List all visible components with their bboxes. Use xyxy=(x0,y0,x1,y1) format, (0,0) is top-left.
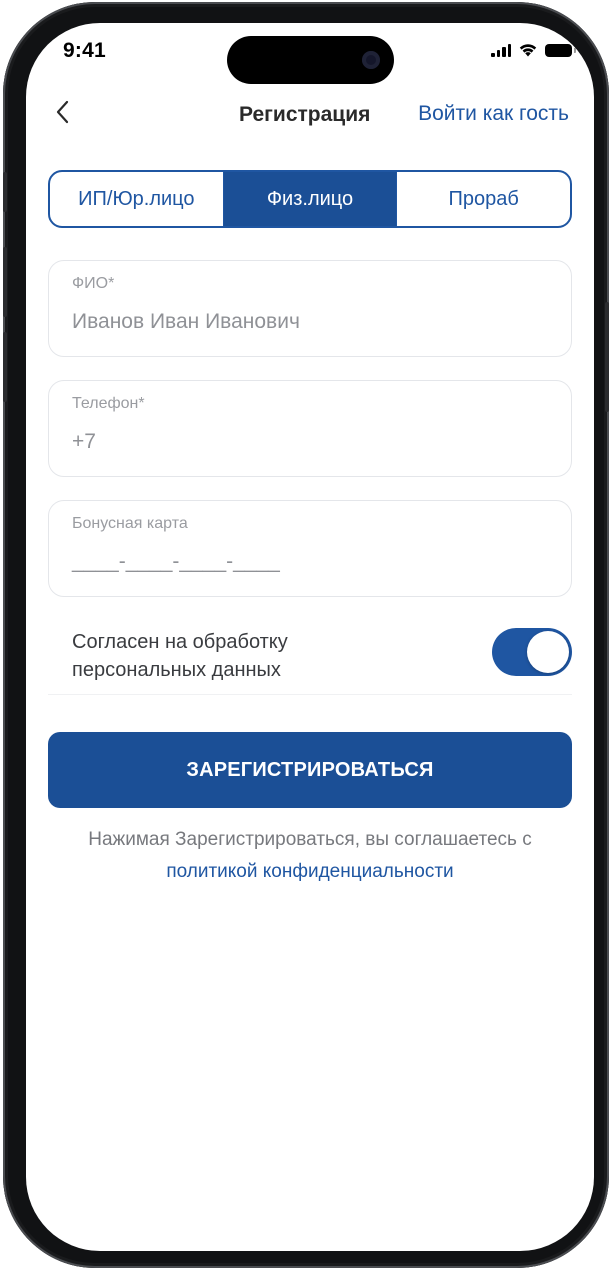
page-title: Регистрация xyxy=(239,103,371,126)
segment-individual[interactable]: Физ.лицо xyxy=(222,172,397,226)
consent-row: Согласен на обработку персональных данны… xyxy=(48,625,572,695)
chevron-left-icon xyxy=(56,100,69,124)
register-button[interactable]: ЗАРЕГИСТРИРОВАТЬСЯ xyxy=(48,732,572,808)
wifi-icon xyxy=(519,44,537,57)
privacy-policy-link[interactable]: политикой конфиденциальности xyxy=(166,856,453,888)
disclaimer: Нажимая Зарегистрироваться, вы соглашает… xyxy=(26,824,594,888)
segment-ip-legal[interactable]: ИП/Юр.лицо xyxy=(50,172,223,226)
app-screen: 9:41 Регистрация Войти как гость ИП/Юр.л… xyxy=(26,23,594,1251)
disclaimer-text: Нажимая Зарегистрироваться, вы соглашает… xyxy=(88,829,532,850)
dynamic-island xyxy=(227,36,394,84)
battery-icon xyxy=(545,43,576,57)
status-icons xyxy=(491,43,576,57)
bonus-card-label: Бонусная карта xyxy=(72,515,188,532)
power-button xyxy=(605,302,609,412)
camera-icon xyxy=(362,51,380,69)
volume-up-button xyxy=(3,247,7,317)
toggle-knob xyxy=(527,631,569,673)
bonus-card-placeholder: ____-____-____-____ xyxy=(72,550,280,573)
phone-field[interactable]: Телефон* +7 xyxy=(48,380,572,477)
status-time: 9:41 xyxy=(63,39,106,62)
action-button xyxy=(3,172,7,212)
guest-login-link[interactable]: Войти как гость xyxy=(418,102,569,126)
signal-icon xyxy=(491,43,511,57)
phone-label: Телефон* xyxy=(72,395,145,412)
phone-placeholder: +7 xyxy=(72,430,96,453)
volume-down-button xyxy=(3,332,7,402)
account-type-segment: ИП/Юр.лицо Физ.лицо Прораб xyxy=(48,170,572,228)
back-button[interactable] xyxy=(48,97,78,127)
fio-placeholder: Иванов Иван Иванович xyxy=(72,310,300,333)
consent-toggle[interactable] xyxy=(492,628,572,676)
fio-label: ФИО* xyxy=(72,275,115,292)
consent-text: Согласен на обработку персональных данны… xyxy=(72,631,288,681)
bonus-card-field[interactable]: Бонусная карта ____-____-____-____ xyxy=(48,500,572,597)
fio-field[interactable]: ФИО* Иванов Иван Иванович xyxy=(48,260,572,357)
phone-frame: 9:41 Регистрация Войти как гость ИП/Юр.л… xyxy=(3,2,609,1268)
segment-foreman[interactable]: Прораб xyxy=(396,172,570,226)
